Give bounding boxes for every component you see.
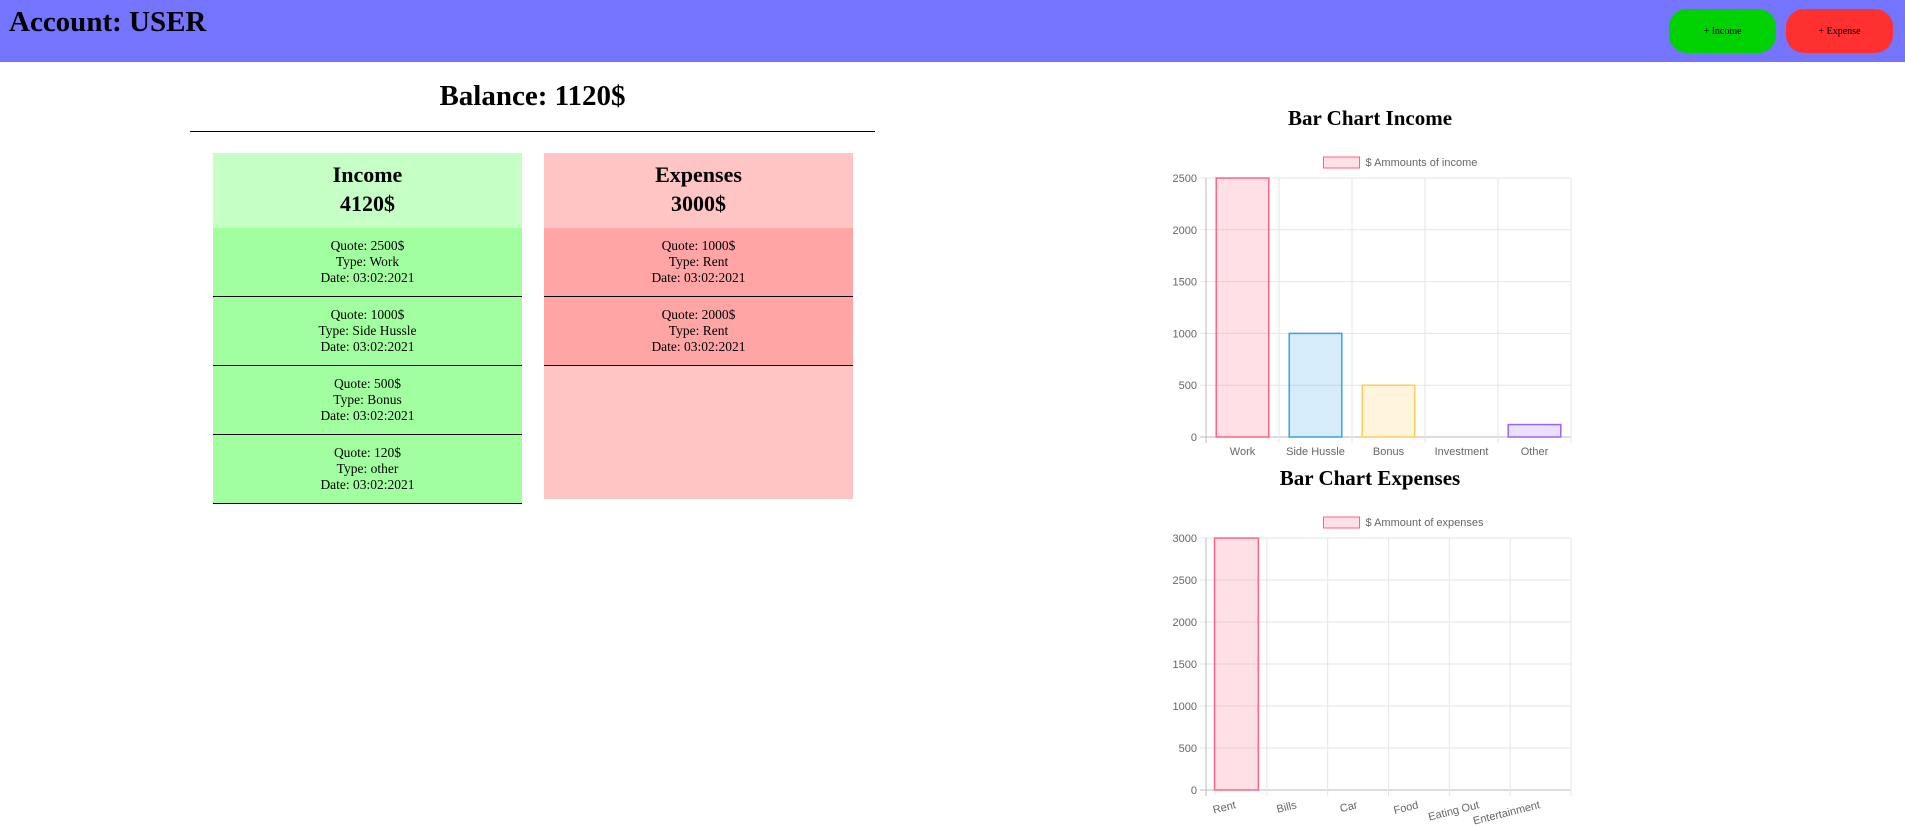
- y-tick-label: 2500: [1173, 173, 1197, 185]
- expense-bar-chart: $ Ammount of expenses 0 500 1000 1500 2000 250…: [1173, 516, 1572, 827]
- entry-type: Type: Rent: [668, 323, 729, 338]
- add-income-button[interactable]: + Income: [1669, 9, 1776, 53]
- balance-heading: Balance: 1120$: [439, 80, 626, 112]
- x-tick-label: Bonus: [1373, 446, 1405, 458]
- bar: [1507, 423, 1562, 438]
- income-panel: Income 4120$ Quote: 2500$ Type: Work Dat…: [213, 153, 522, 504]
- entry-type: Type: Bonus: [333, 392, 402, 407]
- legend-swatch: [1323, 156, 1360, 169]
- add-expense-button[interactable]: + Expense: [1786, 9, 1893, 53]
- y-tick-label: 1500: [1173, 659, 1197, 671]
- entry-quote: Quote: 120$: [333, 445, 402, 460]
- entry-type: Type: other: [336, 461, 399, 476]
- top-bar: Account: USER + Income + Expense: [0, 0, 1905, 62]
- x-tick-label: Rent: [1212, 799, 1237, 816]
- income-entry: Quote: 120$ Type: other Date: 03:02:2021: [213, 435, 522, 504]
- x-tick-label: Bills: [1276, 799, 1299, 816]
- entry-date: Date: 03:02:2021: [320, 270, 415, 285]
- expense-panel: Expenses 3000$ Quote: 1000$ Type: Rent D…: [544, 153, 853, 499]
- x-tick-label: Side Hussle: [1286, 446, 1345, 458]
- expense-entry: Quote: 1000$ Type: Rent Date: 03:02:2021: [544, 228, 853, 297]
- income-panel-header: Income 4120$: [213, 153, 522, 228]
- entry-quote: Quote: 1000$: [661, 238, 736, 253]
- y-tick-label: 500: [1179, 380, 1197, 392]
- entry-quote: Quote: 2500$: [330, 238, 405, 253]
- expense-chart-title: Bar Chart Expenses: [1279, 466, 1461, 490]
- legend-label: $ Ammount of expenses: [1366, 517, 1485, 529]
- income-entry: Quote: 2500$ Type: Work Date: 03:02:2021: [213, 228, 522, 297]
- entry-date: Date: 03:02:2021: [320, 477, 415, 492]
- entry-date: Date: 03:02:2021: [651, 339, 746, 354]
- y-tick-label: 0: [1191, 785, 1197, 797]
- bar: [1361, 384, 1416, 438]
- income-chart-title: Bar Chart Income: [1287, 106, 1453, 130]
- entry-type: Type: Side Hussle: [318, 323, 417, 338]
- entry-quote: Quote: 1000$: [330, 307, 405, 322]
- x-tick-label: Other: [1521, 446, 1549, 458]
- y-tick-label: 2000: [1173, 225, 1197, 237]
- x-tick-label: Work: [1230, 446, 1256, 458]
- entry-quote: Quote: 2000$: [661, 307, 736, 322]
- bar: [1288, 332, 1343, 438]
- entry-type: Type: Rent: [668, 254, 729, 269]
- expense-panel-title: Expenses: [655, 162, 742, 187]
- income-panel-title: Income: [332, 162, 403, 187]
- y-tick-label: 1500: [1173, 277, 1197, 289]
- y-tick-label: 500: [1179, 743, 1197, 755]
- entry-date: Date: 03:02:2021: [320, 408, 415, 423]
- income-entry: Quote: 500$ Type: Bonus Date: 03:02:2021: [213, 366, 522, 435]
- entry-type: Type: Work: [335, 254, 400, 269]
- x-tick-label: Food: [1392, 799, 1419, 817]
- entry-date: Date: 03:02:2021: [651, 270, 746, 285]
- bar: [1213, 537, 1260, 791]
- expense-entry: Quote: 2000$ Type: Rent Date: 03:02:2021: [544, 297, 853, 366]
- x-tick-label: Car: [1339, 799, 1359, 815]
- entry-quote: Quote: 500$: [333, 376, 402, 391]
- y-tick-label: 1000: [1173, 328, 1197, 340]
- bar: [1215, 177, 1270, 438]
- legend-swatch: [1323, 516, 1360, 529]
- x-tick-label: Entertainment: [1472, 799, 1541, 827]
- entry-date: Date: 03:02:2021: [320, 339, 415, 354]
- expense-panel-header: Expenses 3000$: [544, 153, 853, 228]
- account-title: Account: USER: [9, 6, 207, 38]
- x-tick-label: Investment: [1435, 446, 1489, 458]
- income-bar-chart: $ Ammounts of income 0 500 1000 1500 2000 2500…: [1173, 156, 1572, 458]
- legend-label: $ Ammounts of income: [1366, 157, 1478, 169]
- y-tick-label: 1000: [1173, 701, 1197, 713]
- income-entry: Quote: 1000$ Type: Side Hussle Date: 03:…: [213, 297, 522, 366]
- y-tick-label: 2000: [1173, 617, 1197, 629]
- y-tick-label: 2500: [1173, 575, 1197, 587]
- divider: [190, 131, 875, 132]
- income-total: 4120$: [340, 191, 395, 216]
- y-tick-label: 3000: [1173, 533, 1197, 545]
- expense-total: 3000$: [671, 191, 726, 216]
- y-tick-label: 0: [1191, 432, 1197, 444]
